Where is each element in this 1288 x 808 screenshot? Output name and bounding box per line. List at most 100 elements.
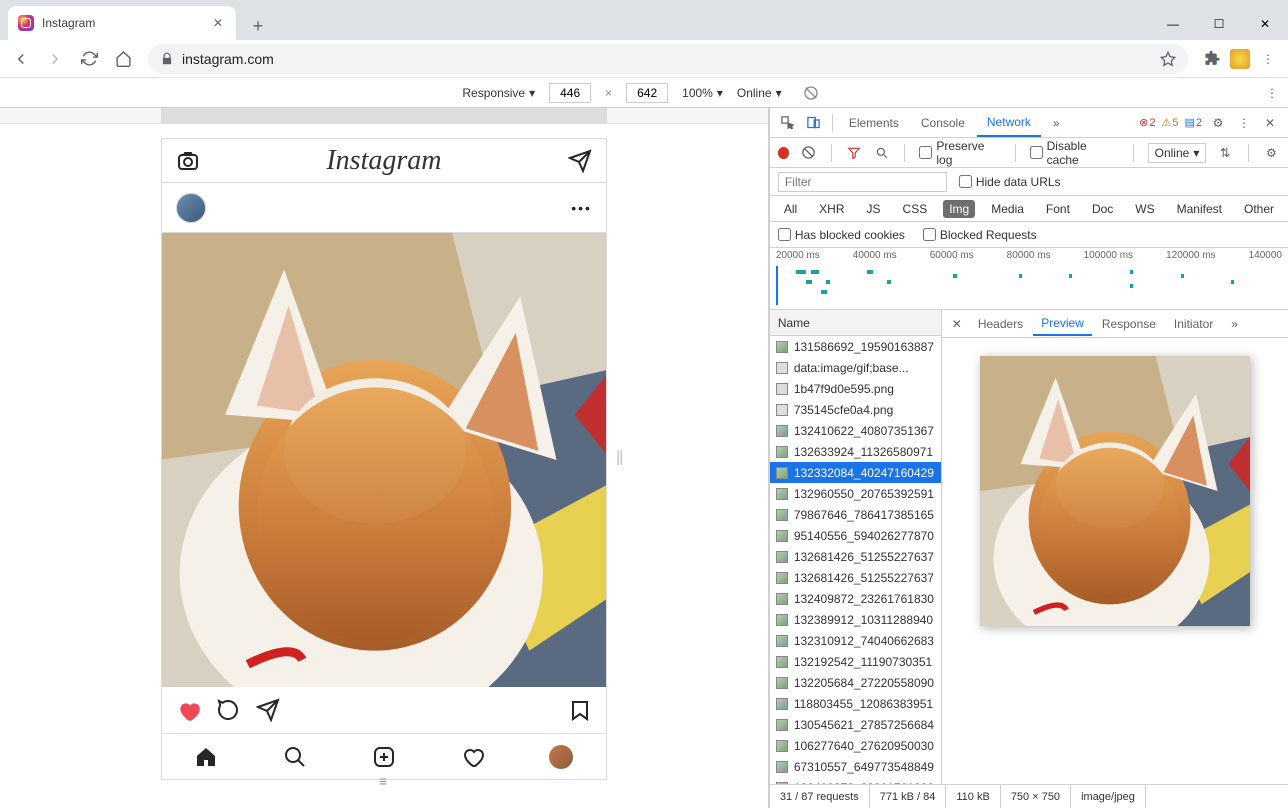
updown-icon[interactable]: ⇅ — [1216, 144, 1233, 162]
close-window-button[interactable]: ✕ — [1242, 8, 1288, 40]
drag-handle-icon[interactable]: ≡ — [379, 773, 389, 789]
error-badge[interactable]: ⊗2 — [1137, 116, 1157, 129]
type-filter-css[interactable]: CSS — [897, 200, 934, 218]
devtools-menu-icon[interactable]: ⋮ — [1232, 111, 1256, 135]
minimize-button[interactable]: — — [1150, 8, 1196, 40]
request-row[interactable]: 735145cfe0a4.png — [770, 399, 941, 420]
warning-badge[interactable]: ⚠5 — [1159, 116, 1180, 129]
device-select[interactable]: Responsive ▾ — [462, 86, 535, 100]
viewport-height-input[interactable] — [626, 83, 668, 103]
request-row[interactable]: 132332084_40247160429 — [770, 462, 941, 483]
close-tab-icon[interactable]: ✕ — [210, 15, 226, 31]
camera-icon[interactable] — [176, 149, 200, 173]
device-toggle-icon[interactable] — [802, 111, 826, 135]
extensions-icon[interactable] — [1202, 49, 1222, 69]
tab-initiator[interactable]: Initiator — [1166, 313, 1221, 335]
request-row[interactable]: 132192542_11190730351 — [770, 651, 941, 672]
type-filter-img[interactable]: Img — [943, 200, 975, 218]
feed-image[interactable] — [162, 233, 606, 687]
new-tab-button[interactable]: + — [244, 12, 272, 40]
post-more-icon[interactable]: ••• — [571, 200, 592, 216]
type-filter-doc[interactable]: Doc — [1086, 200, 1119, 218]
activity-icon[interactable] — [461, 745, 485, 769]
hide-data-urls-checkbox[interactable]: Hide data URLs — [959, 175, 1061, 189]
request-row[interactable]: 132205684_27220558090 — [770, 672, 941, 693]
comment-icon[interactable] — [216, 698, 240, 722]
request-row[interactable]: 131586692_19590163887 — [770, 336, 941, 357]
request-row[interactable]: 132409872_23261761830 — [770, 588, 941, 609]
tab-headers[interactable]: Headers — [970, 313, 1031, 335]
tab-more-icon[interactable]: » — [1043, 110, 1070, 136]
type-filter-js[interactable]: JS — [861, 200, 887, 218]
inspect-icon[interactable] — [776, 111, 800, 135]
name-column-header[interactable]: Name — [770, 310, 941, 336]
extension-badge-icon[interactable] — [1230, 49, 1250, 69]
info-badge[interactable]: ▤2 — [1182, 116, 1204, 129]
filter-input[interactable] — [778, 172, 947, 192]
request-row[interactable]: 132409872_23261761830 — [770, 777, 941, 784]
rotate-icon[interactable] — [796, 78, 826, 108]
forward-button[interactable] — [40, 44, 70, 74]
request-row[interactable]: 132960550_20765392591 — [770, 483, 941, 504]
type-filter-all[interactable]: All — [778, 200, 803, 218]
request-row[interactable]: 132681426_51255227637 — [770, 546, 941, 567]
type-filter-other[interactable]: Other — [1238, 200, 1280, 218]
home-icon[interactable] — [194, 745, 218, 769]
filter-icon[interactable] — [846, 144, 863, 162]
preserve-log-checkbox[interactable]: Preserve log — [919, 139, 1000, 167]
request-row[interactable]: 118803455_12086383951 — [770, 693, 941, 714]
chrome-menu-icon[interactable]: ⋮ — [1258, 49, 1278, 69]
user-avatar[interactable] — [176, 193, 206, 223]
maximize-button[interactable]: ☐ — [1196, 8, 1242, 40]
blocked-cookies-checkbox[interactable]: Has blocked cookies — [778, 228, 905, 242]
profile-icon[interactable] — [549, 745, 573, 769]
tab-response[interactable]: Response — [1094, 313, 1164, 335]
device-more-icon[interactable]: ⋮ — [1266, 86, 1278, 100]
bookmark-icon[interactable] — [568, 698, 592, 722]
address-bar[interactable]: instagram.com — [148, 44, 1188, 74]
reload-button[interactable] — [74, 44, 104, 74]
throttle-select[interactable]: Online ▾ — [737, 86, 782, 100]
tab-console[interactable]: Console — [911, 110, 975, 136]
star-icon[interactable] — [1160, 51, 1176, 67]
send-icon[interactable] — [568, 149, 592, 173]
clear-icon[interactable] — [799, 144, 816, 162]
request-row[interactable]: 132681426_51255227637 — [770, 567, 941, 588]
request-row[interactable]: 132389912_10311288940 — [770, 609, 941, 630]
viewport-width-input[interactable] — [549, 83, 591, 103]
share-icon[interactable] — [256, 698, 280, 722]
resize-handle-icon[interactable]: ‖ — [616, 454, 624, 464]
close-detail-icon[interactable]: ✕ — [946, 317, 968, 331]
request-row[interactable]: 132410622_40807351367 — [770, 420, 941, 441]
request-row[interactable]: 130545621_27857256684 — [770, 714, 941, 735]
blocked-requests-checkbox[interactable]: Blocked Requests — [923, 228, 1037, 242]
request-row[interactable]: 1b47f9d0e595.png — [770, 378, 941, 399]
request-row[interactable]: 79867646_786417385165 — [770, 504, 941, 525]
new-post-icon[interactable] — [372, 745, 396, 769]
zoom-select[interactable]: 100% ▾ — [682, 86, 723, 100]
type-filter-manifest[interactable]: Manifest — [1171, 200, 1228, 218]
settings-icon[interactable]: ⚙ — [1206, 111, 1230, 135]
type-filter-font[interactable]: Font — [1040, 200, 1076, 218]
network-settings-icon[interactable]: ⚙ — [1263, 144, 1280, 162]
devtools-close-icon[interactable]: ✕ — [1258, 111, 1282, 135]
request-row[interactable]: 106277640_27620950030 — [770, 735, 941, 756]
browser-tab[interactable]: Instagram ✕ — [8, 6, 236, 40]
search-toolbar-icon[interactable] — [873, 144, 890, 162]
request-row[interactable]: 132633924_11326580971 — [770, 441, 941, 462]
disable-cache-checkbox[interactable]: Disable cache — [1030, 139, 1119, 167]
request-row[interactable]: 67310557_649773548849 — [770, 756, 941, 777]
network-timeline[interactable]: 20000 ms40000 ms60000 ms80000 ms100000 m… — [770, 248, 1288, 310]
type-filter-ws[interactable]: WS — [1129, 200, 1160, 218]
network-throttle-select[interactable]: Online▾ — [1148, 143, 1207, 163]
request-row[interactable]: data:image/gif;base... — [770, 357, 941, 378]
request-row[interactable]: 95140556_594026277870 — [770, 525, 941, 546]
record-button[interactable] — [778, 147, 790, 159]
detail-more-icon[interactable]: » — [1223, 313, 1246, 335]
tab-elements[interactable]: Elements — [839, 110, 909, 136]
type-filter-media[interactable]: Media — [985, 200, 1030, 218]
tab-network[interactable]: Network — [977, 109, 1041, 137]
type-filter-xhr[interactable]: XHR — [813, 200, 850, 218]
like-button[interactable] — [176, 698, 200, 722]
tab-preview[interactable]: Preview — [1033, 312, 1092, 336]
